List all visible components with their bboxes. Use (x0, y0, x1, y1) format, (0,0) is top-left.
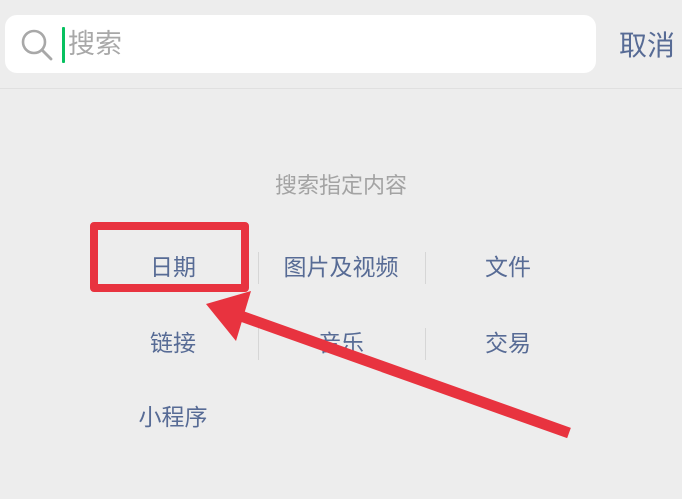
option-transactions[interactable]: 交易 (425, 328, 591, 360)
option-mini-programs[interactable]: 小程序 (90, 402, 256, 434)
header-divider (0, 88, 682, 89)
search-bar[interactable] (5, 15, 596, 73)
text-cursor (62, 27, 65, 63)
option-music[interactable]: 音乐 (258, 328, 424, 360)
search-icon (21, 29, 53, 61)
search-header: 取消 (0, 0, 682, 88)
section-title: 搜索指定内容 (274, 174, 407, 199)
annotation-highlight-box (90, 222, 249, 292)
search-input[interactable] (68, 23, 568, 65)
cancel-button[interactable]: 取消 (619, 26, 675, 66)
option-links[interactable]: 链接 (90, 328, 256, 360)
option-images-videos[interactable]: 图片及视频 (258, 252, 424, 284)
option-files[interactable]: 文件 (425, 252, 591, 284)
